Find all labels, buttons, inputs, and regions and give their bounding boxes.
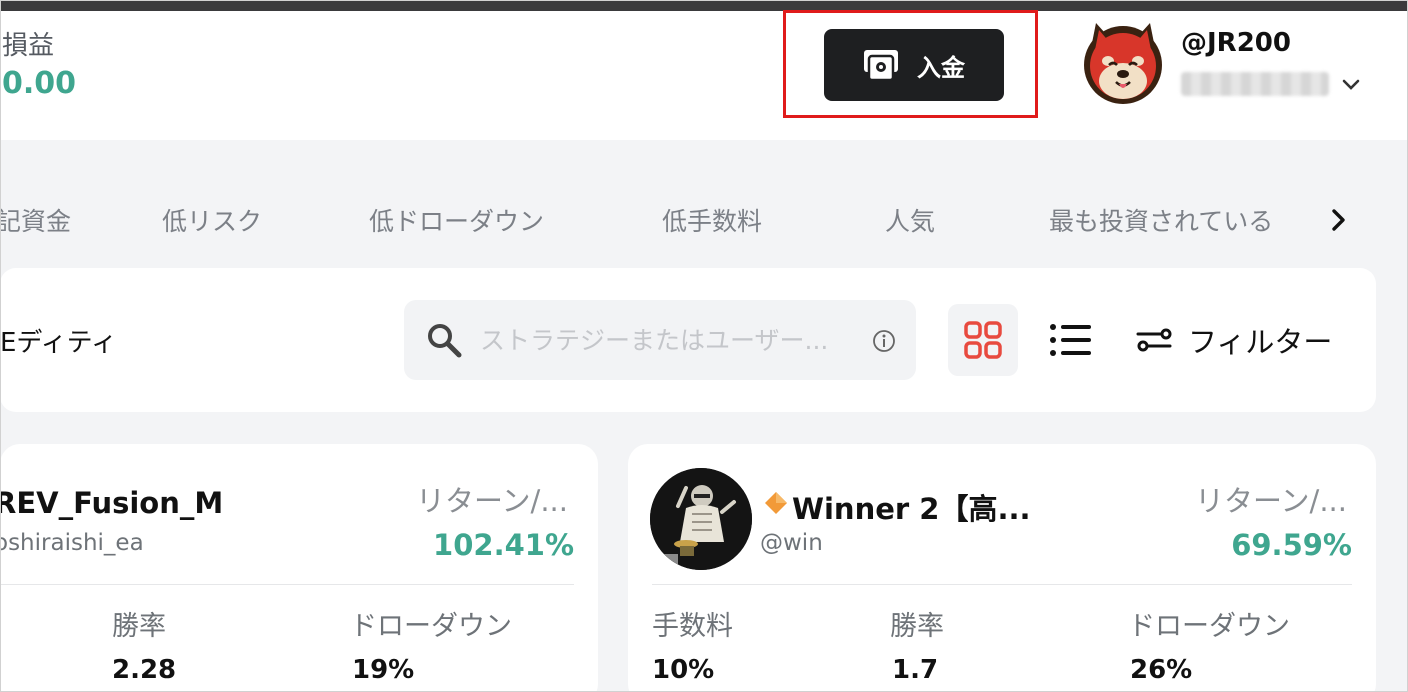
search-icon [428, 324, 462, 358]
filter-button[interactable]: フィルター [1136, 316, 1332, 364]
account-id: 0710040006 [1181, 72, 1329, 96]
avatar[interactable] [1082, 19, 1164, 105]
filter-label: フィルター [1188, 325, 1333, 359]
category-tab-most-invested[interactable]: 最も投資されている [1049, 202, 1273, 238]
strategy-name: REV_Fusion_M [0, 486, 224, 520]
trader-avatar [650, 468, 752, 570]
deposit-button-label: 入金 [917, 53, 965, 82]
category-tab-low-fee[interactable]: 低手数料 [662, 202, 762, 238]
window-top-strip [0, 0, 1408, 11]
pnl-value: 0.00 [2, 66, 77, 101]
chevron-down-icon[interactable] [1341, 78, 1361, 92]
category-tab-popular[interactable]: 人気 [885, 202, 935, 238]
username: @JR200 [1181, 28, 1291, 58]
stat-value: 26% [1130, 655, 1193, 685]
metric-label: リターン/... [416, 484, 568, 518]
stat-label: 手数料 [652, 611, 733, 642]
list-view-icon [1050, 324, 1091, 356]
search-input[interactable] [480, 318, 870, 362]
trader-photo [650, 468, 752, 570]
stat-label: 勝率 [112, 611, 166, 642]
deposit-button[interactable]: 入金 [824, 29, 1004, 101]
pnl-label: 損益 [2, 31, 55, 61]
stat-label: ドローダウン [350, 611, 512, 642]
category-tab-low-risk[interactable]: 低リスク [162, 202, 262, 238]
strategy-handle: oshiraishi_ea [0, 530, 144, 556]
metric-value: 102.41% [433, 528, 574, 562]
shiba-avatar [1084, 23, 1162, 104]
grid-view-button[interactable] [948, 304, 1018, 376]
metric-value: 69.59% [1231, 528, 1352, 562]
metric-label: リターン/... [1195, 484, 1347, 518]
strategy-handle: @win [760, 530, 823, 556]
filter-sliders-icon [1136, 328, 1172, 352]
strategy-name: Winner 2【高... [792, 492, 1031, 526]
category-tab[interactable]: 記資金 [0, 202, 71, 238]
info-icon[interactable] [872, 329, 896, 353]
grid-view-icon [964, 321, 1002, 359]
asset-filter-label[interactable]: Eディティ [0, 322, 117, 359]
chevron-right-icon[interactable] [1328, 206, 1350, 234]
stat-value: 10% [652, 655, 715, 685]
stat-label: 勝率 [890, 611, 944, 642]
stat-value: 1.7 [892, 655, 939, 685]
list-view-button[interactable] [1036, 304, 1106, 376]
wallet-icon [864, 50, 898, 81]
diamond-icon [765, 492, 787, 514]
stat-value: 19% [352, 655, 415, 685]
category-tab-low-drawdown[interactable]: 低ドローダウン [369, 202, 544, 238]
card-divider [0, 584, 574, 585]
card-divider [652, 584, 1352, 585]
stat-label: ドローダウン [1128, 611, 1290, 642]
stat-value: 2.28 [112, 655, 177, 685]
